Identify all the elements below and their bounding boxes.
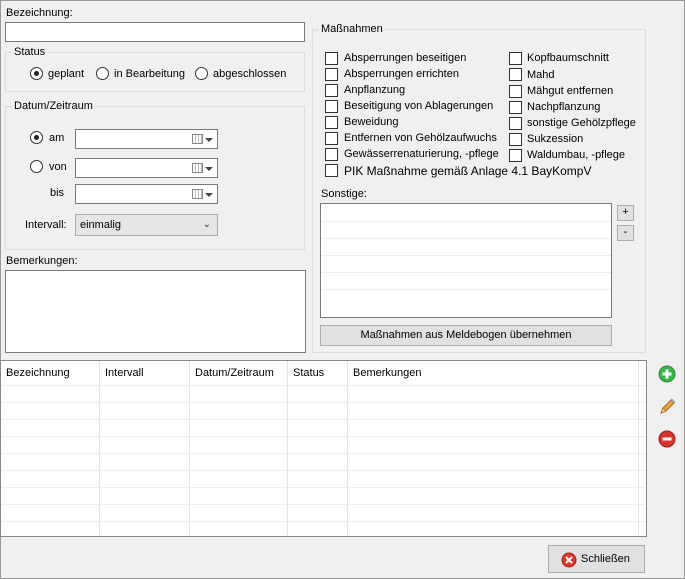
date-von-input[interactable] bbox=[75, 158, 218, 178]
radio-am-label: am bbox=[49, 132, 65, 144]
intervall-value: einmalig bbox=[80, 219, 121, 231]
close-button[interactable]: Schließen bbox=[548, 545, 645, 573]
row-divider bbox=[1, 504, 646, 505]
column-divider bbox=[347, 361, 348, 536]
checkbox-label: Gewässerrenaturierung, -pflege bbox=[344, 148, 499, 160]
chevron-down-icon[interactable] bbox=[205, 138, 213, 142]
radio-in-bearbeitung-label: in Bearbeitung bbox=[114, 68, 185, 80]
sonstige-remove-button[interactable]: - bbox=[617, 225, 634, 241]
row-divider bbox=[1, 436, 646, 437]
checkbox-nachpflanzung[interactable] bbox=[509, 101, 522, 114]
sonstige-label: Sonstige: bbox=[321, 188, 367, 200]
radio-am[interactable] bbox=[30, 131, 43, 144]
column-header-bemerkungen[interactable]: Bemerkungen bbox=[353, 367, 422, 379]
bis-label: bis bbox=[50, 187, 65, 199]
checkbox-label: Nachpflanzung bbox=[527, 101, 601, 113]
row-divider bbox=[1, 453, 646, 454]
radio-abgeschlossen[interactable] bbox=[195, 67, 208, 80]
row-divider bbox=[1, 385, 646, 386]
column-header-datum[interactable]: Datum/Zeitraum bbox=[195, 367, 274, 379]
table-header: Bezeichnung Intervall Datum/Zeitraum Sta… bbox=[1, 361, 646, 385]
checkbox-label: Beseitigung von Ablagerungen bbox=[344, 100, 494, 112]
add-button[interactable] bbox=[655, 362, 679, 386]
status-group-title: Status bbox=[12, 46, 48, 58]
checkbox-anpflanzung[interactable] bbox=[325, 84, 338, 97]
delete-button[interactable] bbox=[655, 427, 679, 451]
checkbox-absperrungen-errichten[interactable] bbox=[325, 68, 338, 81]
checkbox-label: Beweidung bbox=[344, 116, 399, 128]
checkbox-beweidung[interactable] bbox=[325, 116, 338, 129]
checkbox-label: Absperrungen beseitigen bbox=[344, 52, 467, 64]
checkbox-label: Sukzession bbox=[527, 133, 584, 145]
bemerkungen-label: Bemerkungen: bbox=[6, 255, 78, 267]
checkbox-maehgut-entfernen[interactable] bbox=[509, 85, 522, 98]
delete-icon bbox=[658, 430, 676, 448]
intervall-label: Intervall: bbox=[25, 219, 67, 231]
checkbox-waldumbau[interactable] bbox=[509, 149, 522, 162]
checkbox-gewaesserrenaturierung[interactable] bbox=[325, 148, 338, 161]
row-divider bbox=[1, 487, 646, 488]
calendar-icon[interactable] bbox=[192, 134, 203, 144]
checkbox-pik[interactable] bbox=[325, 164, 338, 177]
column-header-bezeichnung[interactable]: Bezeichnung bbox=[6, 367, 70, 379]
massnahmen-table[interactable]: Bezeichnung Intervall Datum/Zeitraum Sta… bbox=[0, 360, 647, 537]
radio-in-bearbeitung[interactable] bbox=[96, 67, 109, 80]
close-icon bbox=[561, 552, 577, 568]
checkbox-mahd[interactable] bbox=[509, 68, 522, 81]
edit-button[interactable] bbox=[655, 395, 679, 419]
bezeichnung-label: Bezeichnung: bbox=[6, 7, 73, 19]
row-divider bbox=[1, 402, 646, 403]
checkbox-label: Mahd bbox=[527, 69, 555, 81]
chevron-down-icon[interactable] bbox=[205, 167, 213, 171]
sonstige-add-button[interactable]: + bbox=[617, 205, 634, 221]
checkbox-pik-label: PIK Maßnahme gemäß Anlage 4.1 BayKompV bbox=[344, 164, 592, 178]
checkbox-label: Absperrungen errichten bbox=[344, 68, 459, 80]
radio-geplant-label: geplant bbox=[48, 68, 85, 80]
row-divider bbox=[1, 470, 646, 471]
radio-von[interactable] bbox=[30, 160, 43, 173]
checkbox-beseitigung-ablagerungen[interactable] bbox=[325, 100, 338, 113]
checkbox-label: Anpflanzung bbox=[344, 84, 406, 96]
calendar-icon[interactable] bbox=[192, 189, 203, 199]
checkbox-sukzession[interactable] bbox=[509, 133, 522, 146]
column-divider bbox=[287, 361, 288, 536]
checkbox-sonstige-gehoelzpflege[interactable] bbox=[509, 117, 522, 130]
date-am-input[interactable] bbox=[75, 129, 218, 149]
checkbox-label: Mähgut entfernen bbox=[527, 85, 614, 97]
column-header-status[interactable]: Status bbox=[293, 367, 324, 379]
radio-von-label: von bbox=[49, 161, 67, 173]
massnahmen-group-title: Maßnahmen bbox=[319, 23, 385, 35]
checkbox-label: Waldumbau, -pflege bbox=[527, 149, 626, 161]
datum-group-title: Datum/Zeitraum bbox=[12, 100, 95, 112]
uebernehmen-button[interactable]: Maßnahmen aus Meldebogen übernehmen bbox=[320, 325, 612, 346]
checkbox-label: Entfernen von Gehölzaufwuchs bbox=[344, 132, 497, 144]
calendar-icon[interactable] bbox=[192, 163, 203, 173]
close-button-label: Schließen bbox=[581, 553, 630, 565]
row-divider bbox=[1, 521, 646, 522]
checkbox-label: Kopfbaumschnitt bbox=[527, 52, 609, 64]
checkbox-kopfbaumschnitt[interactable] bbox=[509, 52, 522, 65]
sonstige-list[interactable] bbox=[320, 203, 612, 318]
chevron-down-icon[interactable] bbox=[205, 193, 213, 197]
bemerkungen-textarea[interactable] bbox=[5, 270, 306, 353]
column-divider bbox=[638, 361, 639, 536]
add-icon bbox=[658, 365, 676, 383]
date-bis-input[interactable] bbox=[75, 184, 218, 204]
radio-abgeschlossen-label: abgeschlossen bbox=[213, 68, 287, 80]
column-divider bbox=[189, 361, 190, 536]
checkbox-entfernen-gehoelzaufwuchs[interactable] bbox=[325, 132, 338, 145]
chevron-down-icon[interactable]: ⌄ bbox=[203, 219, 211, 230]
checkbox-label: sonstige Gehölzpflege bbox=[527, 117, 636, 129]
column-header-intervall[interactable]: Intervall bbox=[105, 367, 144, 379]
intervall-select[interactable]: einmalig ⌄ bbox=[75, 214, 218, 236]
row-divider bbox=[1, 419, 646, 420]
checkbox-absperrungen-beseitigen[interactable] bbox=[325, 52, 338, 65]
bezeichnung-input[interactable] bbox=[5, 22, 305, 42]
pencil-icon bbox=[660, 398, 676, 414]
radio-geplant[interactable] bbox=[30, 67, 43, 80]
column-divider bbox=[99, 361, 100, 536]
